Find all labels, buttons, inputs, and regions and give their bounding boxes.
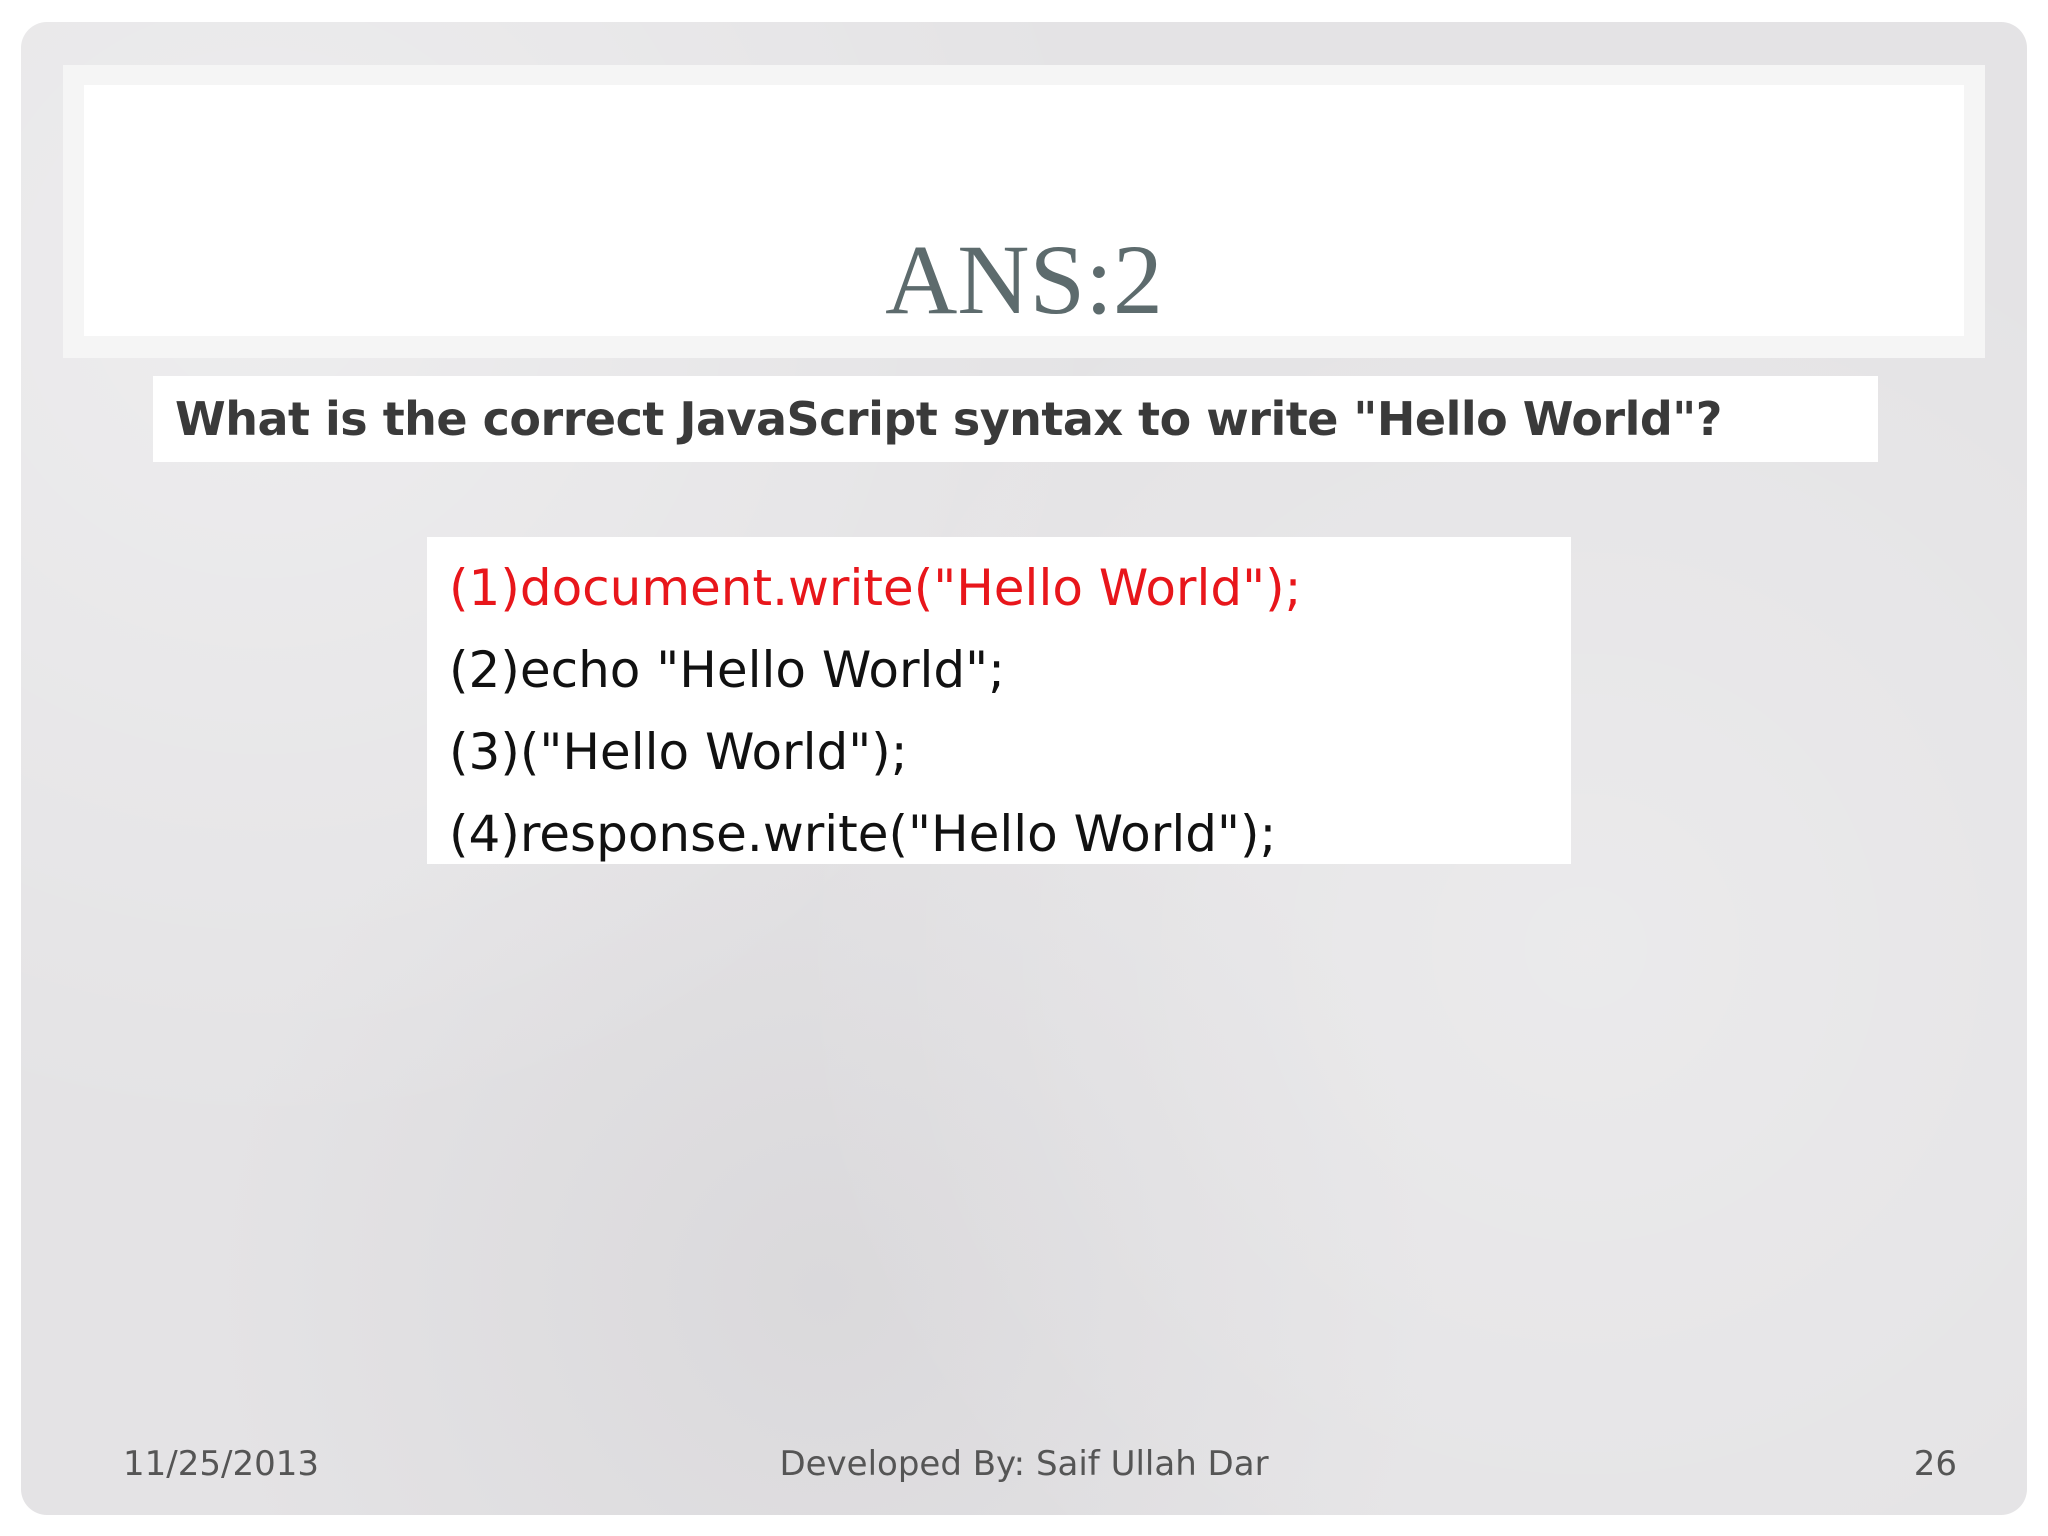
question-text: What is the correct JavaScript syntax to…	[175, 392, 1722, 446]
slide: ANS:2 What is the correct JavaScript syn…	[21, 22, 2027, 1515]
footer-author: Developed By: Saif Ullah Dar	[779, 1444, 1269, 1484]
option-4: (4)response.write("Hello World");	[449, 805, 1277, 863]
page-number: 26	[1913, 1444, 1957, 1484]
options-list: (1)document.write("Hello World"); (2)ech…	[449, 547, 1301, 875]
options-box: (1)document.write("Hello World"); (2)ech…	[427, 537, 1571, 864]
question-box: What is the correct JavaScript syntax to…	[153, 376, 1878, 462]
option-1-correct: (1)document.write("Hello World");	[449, 559, 1302, 617]
option-2: (2)echo "Hello World";	[449, 641, 1006, 699]
option-3: (3)("Hello World");	[449, 723, 908, 781]
title-panel: ANS:2	[84, 85, 1964, 336]
slide-title: ANS:2	[885, 224, 1163, 335]
title-frame: ANS:2	[63, 65, 1985, 358]
